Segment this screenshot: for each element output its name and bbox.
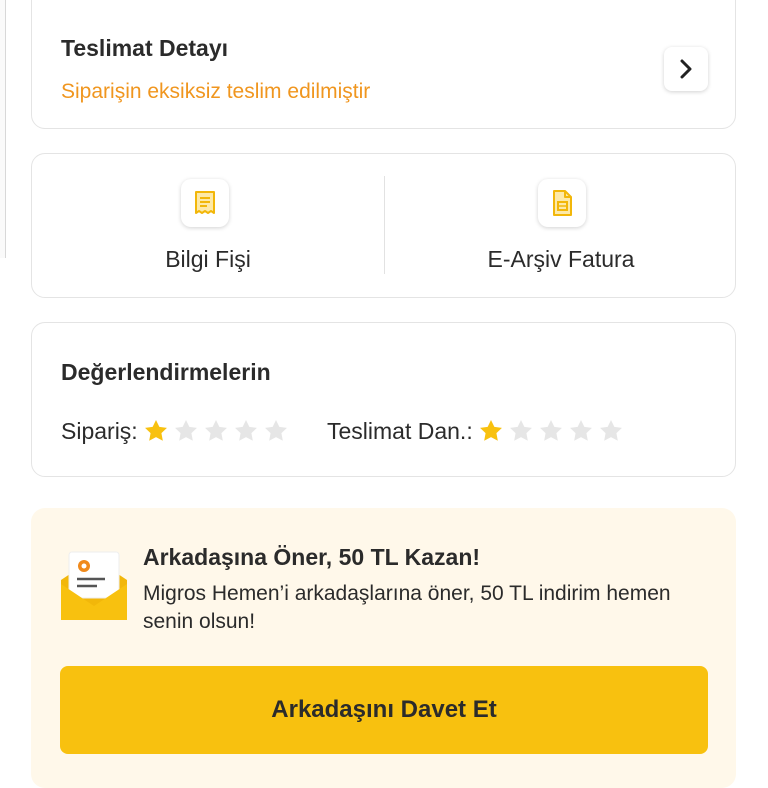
delivery-detail-title: Teslimat Detayı xyxy=(61,35,229,61)
delivery-status-text: Siparişin eksiksiz teslim edilmiştir xyxy=(61,80,371,103)
star-empty-icon[interactable] xyxy=(201,417,231,445)
ratings-title: Değerlendirmelerin xyxy=(61,359,271,385)
order-rating-stars[interactable] xyxy=(141,417,291,445)
star-filled-icon[interactable] xyxy=(476,417,506,445)
order-rating[interactable]: Sipariş: xyxy=(61,417,291,445)
bilgi-fisi-button[interactable]: Bilgi Fişi xyxy=(32,154,384,299)
e-arsiv-fatura-button[interactable]: E-Arşiv Fatura xyxy=(385,154,737,299)
delivery-detail-button[interactable] xyxy=(664,47,708,91)
referral-title: Arkadaşına Öner, 50 TL Kazan! xyxy=(143,544,481,570)
courier-rating[interactable]: Teslimat Dan.: xyxy=(327,417,626,445)
documents-card: Bilgi Fişi E-Arşiv Fatura xyxy=(31,153,736,298)
invoice-icon-box xyxy=(538,179,586,227)
envelope-letter-icon xyxy=(59,550,129,622)
chevron-right-icon xyxy=(680,59,692,79)
courier-rating-stars[interactable] xyxy=(476,417,626,445)
background-window-edge xyxy=(0,0,6,258)
star-empty-icon[interactable] xyxy=(261,417,291,445)
ratings-card: Değerlendirmelerin Sipariş: Teslimat Dan… xyxy=(31,322,736,477)
referral-card: Arkadaşına Öner, 50 TL Kazan! Migros Hem… xyxy=(31,508,736,788)
order-rating-label: Sipariş: xyxy=(61,417,138,444)
star-empty-icon[interactable] xyxy=(536,417,566,445)
receipt-icon xyxy=(195,191,215,214)
invoice-document-icon xyxy=(553,190,572,216)
referral-description: Migros Hemen’i arkadaşlarına öner, 50 TL… xyxy=(143,582,671,633)
star-empty-icon[interactable] xyxy=(506,417,536,445)
star-empty-icon[interactable] xyxy=(231,417,261,445)
star-empty-icon[interactable] xyxy=(171,417,201,445)
delivery-detail-card[interactable]: Teslimat Detayı Siparişin eksiksiz tesli… xyxy=(31,0,736,129)
invite-friend-button[interactable]: Arkadaşını Davet Et xyxy=(60,666,708,754)
e-arsiv-fatura-label: E-Arşiv Fatura xyxy=(487,246,635,272)
star-empty-icon[interactable] xyxy=(596,417,626,445)
receipt-icon-box xyxy=(181,179,229,227)
courier-rating-label: Teslimat Dan.: xyxy=(327,417,473,444)
star-filled-icon[interactable] xyxy=(141,417,171,445)
bilgi-fisi-label: Bilgi Fişi xyxy=(165,246,251,272)
star-empty-icon[interactable] xyxy=(566,417,596,445)
